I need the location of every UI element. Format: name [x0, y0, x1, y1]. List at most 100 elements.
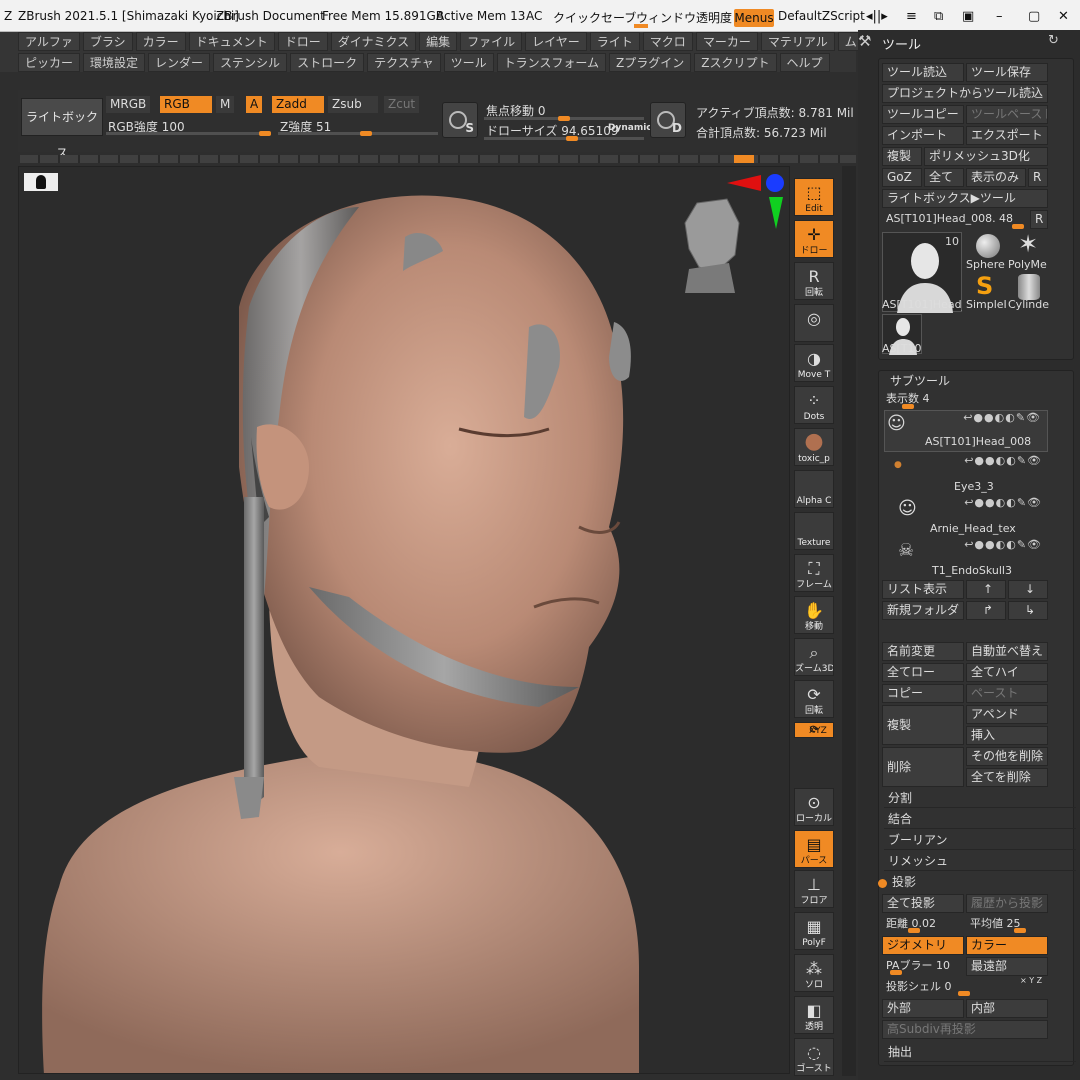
menu-item-a10[interactable]: マクロ [642, 32, 693, 51]
ac-button[interactable]: AC [526, 9, 542, 23]
project-history-button[interactable]: 履歴から投影 [966, 894, 1048, 913]
palette-move-hand-button[interactable]: ✋ 移動 [794, 596, 834, 634]
menu-item-b7[interactable]: トランスフォーム [496, 53, 607, 72]
arrow-down-icon[interactable]: ↓ [1008, 580, 1048, 599]
menu-item-b2[interactable]: レンダー [148, 53, 211, 72]
strip-knob[interactable] [734, 155, 754, 163]
make-polymesh-button[interactable]: ポリメッシュ3D化 [924, 147, 1048, 166]
save-layout-icon[interactable]: ▣ [962, 9, 974, 24]
palette-ghost-button[interactable]: ◌ ゴースト [794, 1038, 834, 1076]
insert-button[interactable]: 挿入 [966, 726, 1048, 745]
document-menu[interactable]: ZBrush Document [216, 9, 325, 23]
maximize-icon[interactable]: ▢ [1028, 9, 1040, 24]
minimize-icon[interactable]: – [996, 9, 1003, 24]
a-button[interactable]: A [246, 96, 263, 113]
palette-texture-button[interactable]: Texture [794, 512, 834, 550]
close-icon[interactable]: ✕ [1058, 9, 1069, 24]
head-model[interactable] [19, 167, 790, 1074]
quicksave-button[interactable]: クイックセーブ [553, 9, 636, 26]
subtool-row[interactable]: ☺ ↩●●◐◐✎👁 Arnie_Head_tex [884, 496, 1048, 538]
m-button[interactable]: M [216, 96, 235, 113]
palette-rotate-button[interactable]: ⟳ 回転 [794, 680, 834, 718]
menu-item-b9[interactable]: Zスクリプト [694, 53, 777, 72]
palette-local-button[interactable]: ⊙ ローカル [794, 788, 834, 826]
delete-button[interactable]: 削除 [882, 747, 964, 787]
rgb-button[interactable]: RGB [160, 96, 212, 113]
subtool-toggles-icon[interactable]: ↩●●◐◐✎👁 [964, 496, 1042, 509]
document-canvas[interactable] [18, 166, 790, 1074]
subtool-row[interactable]: ☠ ↩●●◐◐✎👁 T1_EndoSkull3 [884, 538, 1048, 580]
menu-item-a8[interactable]: レイヤー [525, 32, 587, 51]
menu-item-b10[interactable]: ヘルプ [779, 53, 830, 72]
list-all-button[interactable]: リスト表示 [882, 580, 964, 599]
menu-item-a12[interactable]: マテリアル [760, 32, 835, 51]
menu-item-b0[interactable]: ピッカー [18, 53, 81, 72]
menu-item-b3[interactable]: ステンシル [213, 53, 288, 72]
menus-button[interactable]: Menus [734, 9, 774, 27]
duplicate-button[interactable]: 複製 [882, 705, 964, 745]
menu-item-b5[interactable]: テクスチャ [367, 53, 441, 72]
menu-item-a3[interactable]: ドキュメント [188, 32, 275, 51]
menu-item-a9[interactable]: ライト [589, 32, 640, 51]
palette-material-sphere-button[interactable]: ● toxic_p [794, 428, 834, 466]
all-high-button[interactable]: 全てハイ [966, 663, 1048, 682]
d-dial-button[interactable]: D [650, 102, 686, 138]
rgb-intensity-knob[interactable] [259, 131, 271, 136]
z-intensity-slider[interactable] [278, 132, 438, 135]
menu-item-a6[interactable]: 編集 [419, 32, 458, 51]
project-shell-knob[interactable] [958, 991, 970, 996]
paste-button[interactable]: ペースト [966, 684, 1048, 703]
color-toggle[interactable]: カラー [966, 936, 1048, 955]
window-transparency-slider[interactable]: ウィンドウ透明度 [636, 9, 732, 26]
pa-blur-knob[interactable] [890, 970, 902, 975]
mean-slider[interactable]: 平均値 25 [970, 915, 1021, 931]
menu-item-a7[interactable]: ファイル [460, 32, 523, 51]
all-low-button[interactable]: 全てロー [882, 663, 964, 682]
goz-visible-button[interactable]: 表示のみ [966, 168, 1026, 187]
menu-item-b6[interactable]: ツール [443, 53, 494, 72]
load-tool-button[interactable]: ツール読込 [882, 63, 964, 82]
copy-button[interactable]: コピー [882, 684, 964, 703]
project-all-button[interactable]: 全て投影 [882, 894, 964, 913]
outer-toggle[interactable]: 外部 [882, 999, 964, 1018]
s-dial-button[interactable]: S [442, 102, 478, 138]
refresh-icon[interactable]: ↻ [1048, 33, 1059, 48]
current-tool-knob[interactable] [1012, 224, 1024, 229]
project-shell-slider[interactable]: 投影シェル 0 [886, 978, 952, 994]
mrgb-button[interactable]: MRGB [106, 96, 151, 113]
palette-alpha-button[interactable]: Alpha C [794, 470, 834, 508]
clone-button[interactable]: 複製 [882, 147, 922, 166]
subtool-toggles-icon[interactable]: ↩●●◐◐✎👁 [964, 538, 1042, 551]
import-button[interactable]: インポート [882, 126, 964, 145]
reproject-subdiv-button[interactable]: 高Subdiv再投影 [882, 1020, 1048, 1039]
tool-palette-header[interactable]: ⚒ ツール ↻ [858, 30, 1080, 56]
xyz-axis-icon[interactable]: × Y Z [1020, 976, 1042, 985]
panel-divider[interactable] [842, 166, 856, 1076]
arrows-icon[interactable]: ◂||▸ [866, 9, 888, 24]
remesh-menu[interactable]: リメッシュ [884, 851, 1076, 871]
new-folder-button[interactable]: 新規フォルダ [882, 601, 964, 620]
project-menu[interactable]: 投影 [888, 872, 1080, 892]
palette-frame-button[interactable]: ⛶ フレーム [794, 554, 834, 592]
draw-size-knob[interactable] [566, 136, 578, 141]
copy-tool-button[interactable]: ツールコピー [882, 105, 964, 124]
sphere-icon[interactable] [976, 234, 1000, 258]
delete-all-button[interactable]: 全てを削除 [966, 768, 1048, 787]
menu-item-b4[interactable]: ストローク [290, 53, 365, 72]
palette-rotate-r-button[interactable]: R 回転 [794, 262, 834, 300]
menu-item-b8[interactable]: Zプラグイン [609, 53, 692, 72]
move-up-icon[interactable]: ↱ [966, 601, 1006, 620]
palette-solo-button[interactable]: ⁂ ソロ [794, 954, 834, 992]
palette-transparent-button[interactable]: ◧ 透明 [794, 996, 834, 1034]
simplebrush-icon[interactable]: S [976, 272, 993, 300]
paste-tool-button[interactable]: ツールペースト [966, 105, 1048, 124]
geometry-toggle[interactable]: ジオメトリ [882, 936, 964, 955]
dock-icon[interactable]: ⧉ [934, 9, 943, 24]
merge-menu[interactable]: 結合 [884, 809, 1076, 829]
save-tool-button[interactable]: ツール保存 [966, 63, 1048, 82]
cylinder-icon[interactable] [1018, 274, 1040, 300]
inner-toggle[interactable]: 内部 [966, 999, 1048, 1018]
subtool-toggles-icon[interactable]: ↩●●◐◐✎👁 [964, 454, 1042, 467]
layout-icon[interactable]: ≡ [906, 9, 917, 24]
delete-other-button[interactable]: その他を削除 [966, 747, 1048, 766]
